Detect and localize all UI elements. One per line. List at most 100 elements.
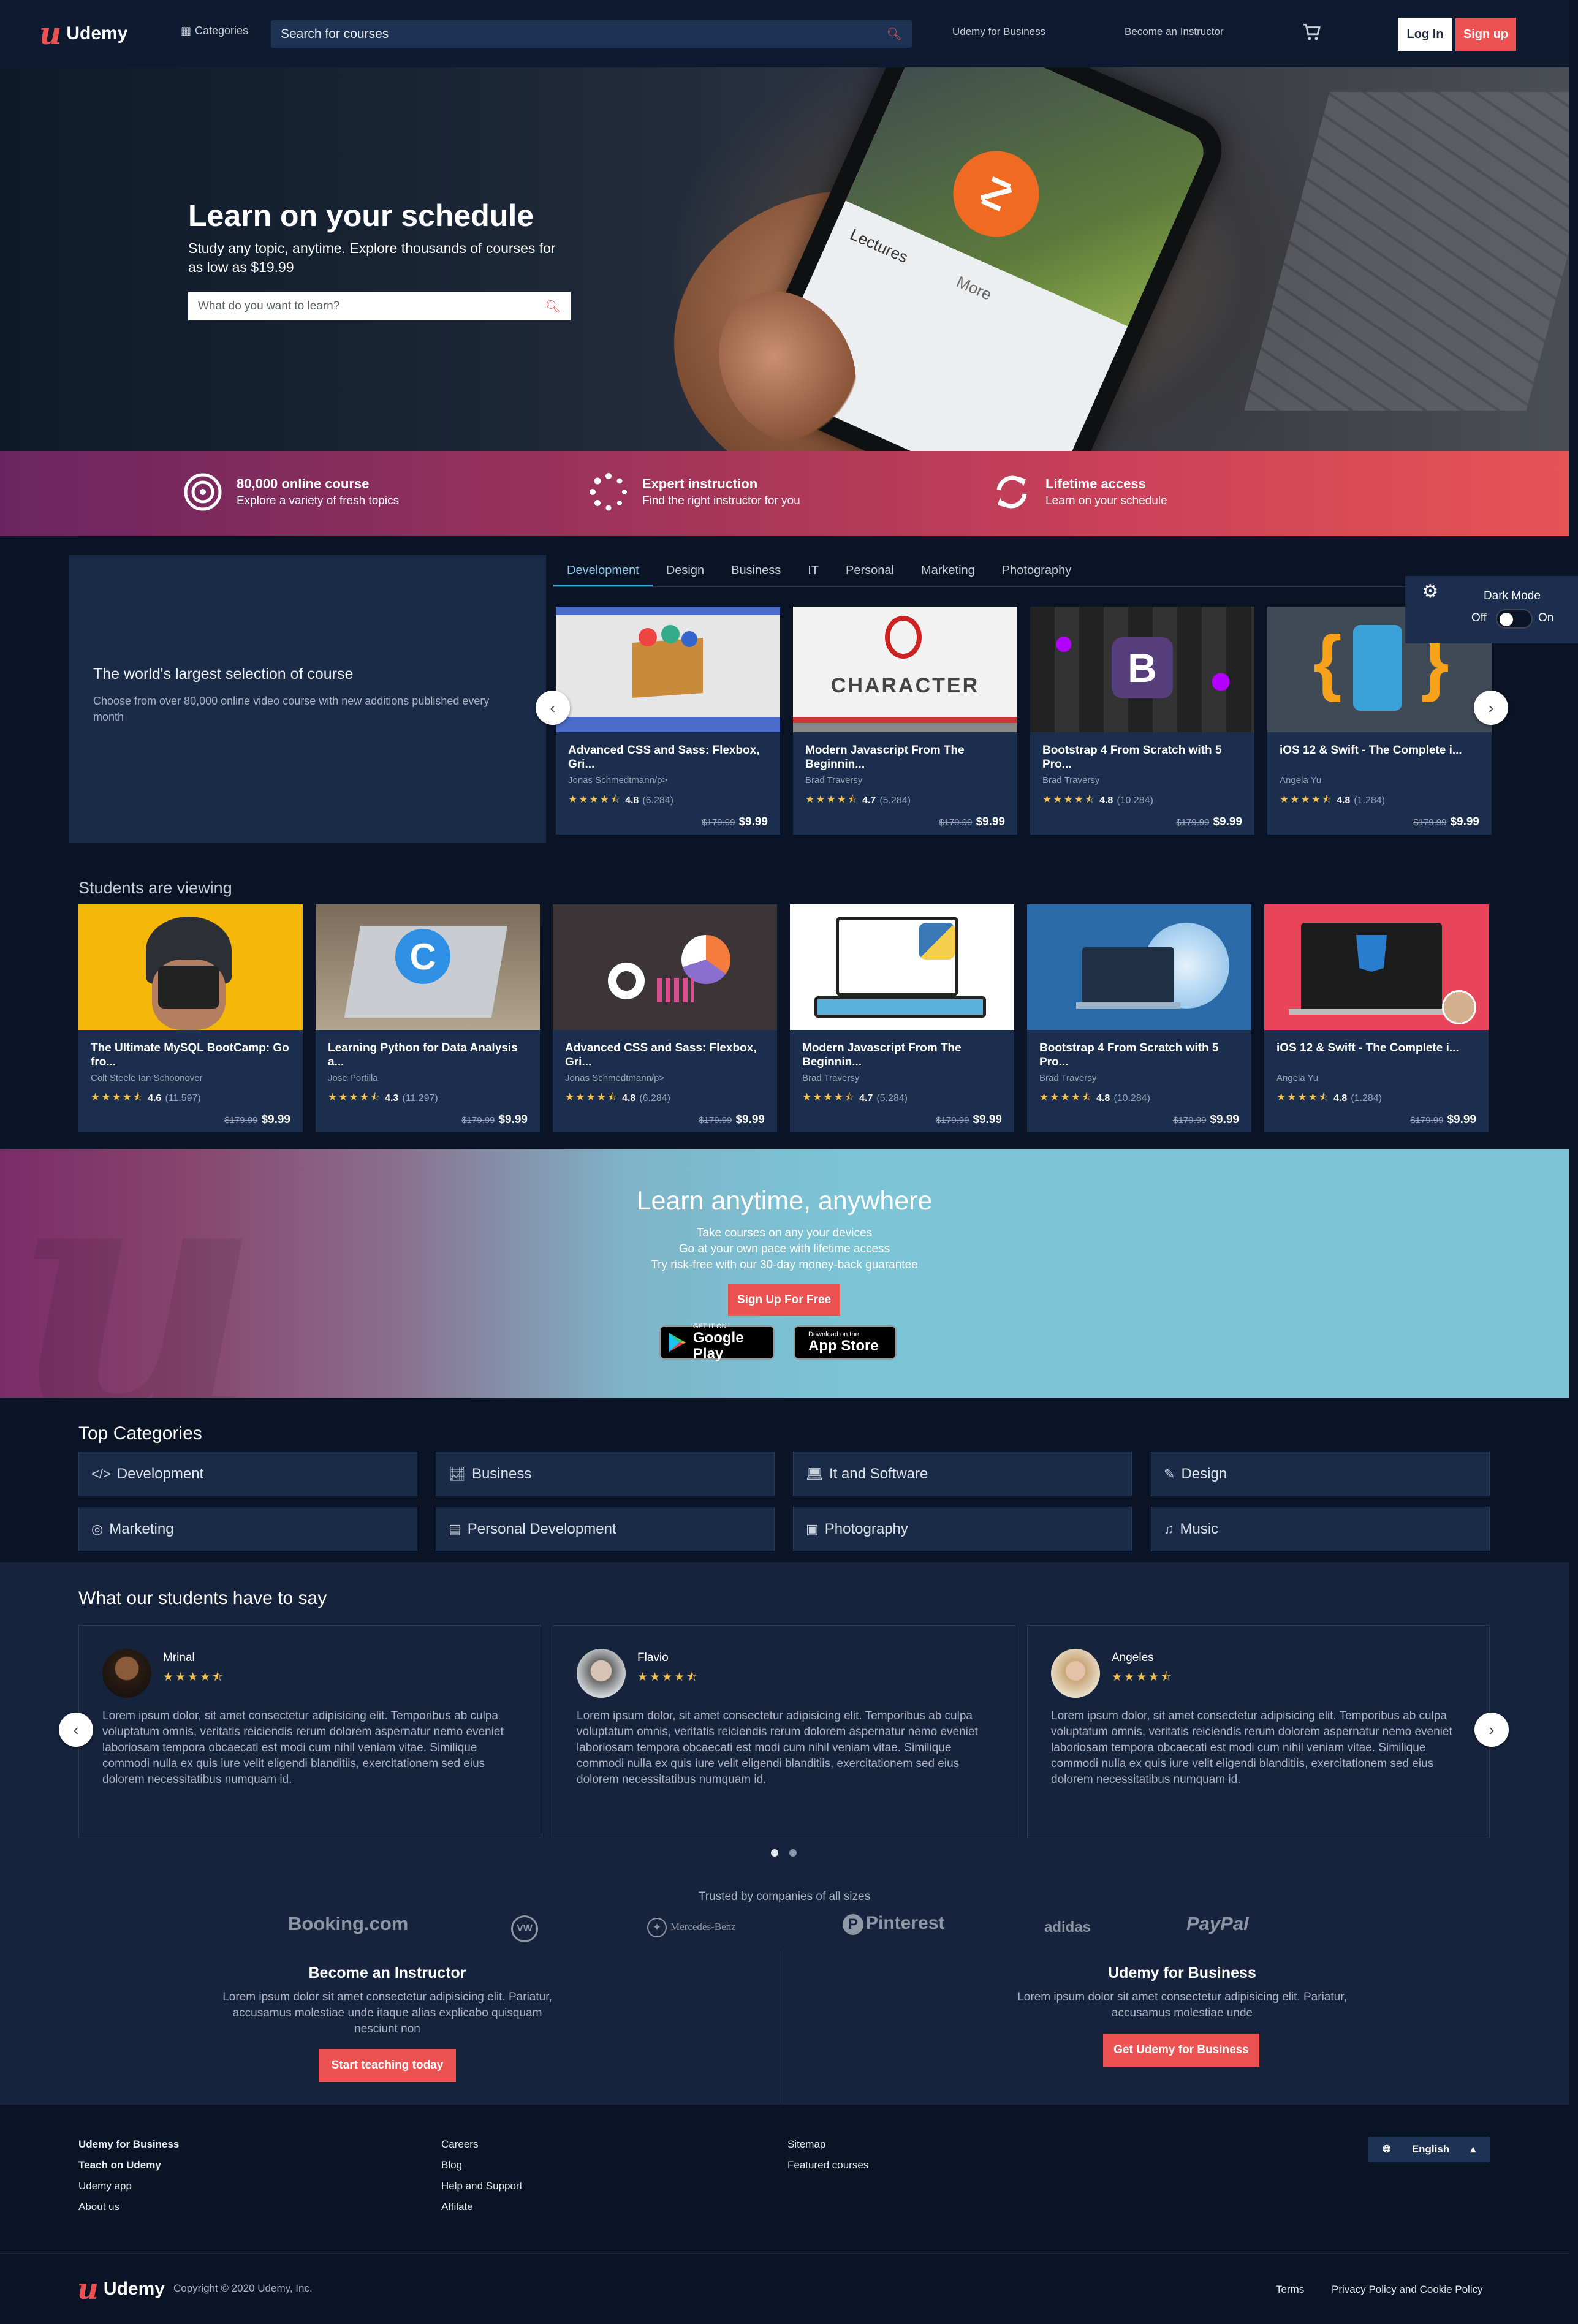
top-navbar: uUdemy ▦Categories 🔍︎ Udemy for Business…: [0, 0, 1569, 67]
udemy-for-business-link[interactable]: Udemy for Business: [952, 26, 1045, 38]
google-play-badge[interactable]: GET IT ON Google Play: [659, 1323, 775, 1362]
dark-mode-label: Dark Mode: [1484, 589, 1541, 602]
course-thumbnail: [78, 904, 303, 1030]
udemy-logo[interactable]: u Udemy: [39, 18, 127, 49]
footer-link[interactable]: Careers: [441, 2138, 478, 2151]
privacy-link[interactable]: Privacy Policy and Cookie Policy: [1332, 2284, 1483, 2296]
language-label: English: [1411, 2143, 1450, 2155]
tab-marketing[interactable]: Marketing: [908, 555, 988, 586]
footer-divider: [0, 2253, 1569, 2254]
category-design[interactable]: ✎ Design: [1151, 1452, 1490, 1496]
tab-design[interactable]: Design: [653, 555, 718, 586]
get-business-button[interactable]: Get Udemy for Business: [1103, 2034, 1259, 2067]
categories-menu[interactable]: ▦ Categories: [181, 25, 248, 37]
phone-more-label: More: [954, 272, 995, 304]
carousel-dot[interactable]: [771, 1849, 778, 1857]
vw-logo: VW: [511, 1915, 538, 1942]
rating-stars: ★★★★⯪: [637, 1671, 700, 1684]
app-store-badge[interactable]: Download on the App Store: [794, 1325, 897, 1360]
pen-icon: ✎: [1164, 1466, 1175, 1482]
code-icon: </>: [91, 1466, 111, 1482]
course-card[interactable]: Advanced CSS and Sass: Flexbox, Gri... J…: [553, 904, 777, 1132]
gear-icon[interactable]: ⚙: [1405, 576, 1455, 607]
course-author: Angela Yu: [1276, 1073, 1319, 1083]
footer-link[interactable]: Affilate: [441, 2201, 473, 2213]
footer-link[interactable]: About us: [78, 2201, 119, 2213]
become-instructor-link[interactable]: Become an Instructor: [1125, 26, 1224, 38]
footer-link[interactable]: Help and Support: [441, 2180, 522, 2192]
category-photography[interactable]: ▣ Photography: [793, 1507, 1132, 1551]
mercedes-logo: ✦ Mercedes-Benz: [647, 1918, 736, 1937]
cart-icon[interactable]: [1302, 22, 1322, 43]
anywhere-line: Go at your own pace with lifetime access: [678, 1243, 890, 1255]
carousel-next-button[interactable]: ›: [1474, 691, 1508, 725]
terms-link[interactable]: Terms: [1276, 2284, 1304, 2296]
footer-link[interactable]: Udemy for Business: [78, 2138, 179, 2151]
course-card[interactable]: Advanced CSS and Sass: Flexbox, Gri... J…: [556, 607, 780, 835]
course-card[interactable]: The Ultimate MySQL BootCamp: Go fro... C…: [78, 904, 303, 1132]
rating-stars: ★★★★⯪: [568, 793, 622, 805]
hero-text: Learn on your schedule Study any topic, …: [188, 197, 580, 277]
hero-search-input[interactable]: [198, 300, 545, 313]
signup-button[interactable]: Sign up: [1455, 18, 1516, 51]
testimonial-prev-button[interactable]: ‹: [59, 1713, 93, 1747]
laptop-icon: 💻︎: [806, 1466, 823, 1482]
dark-mode-toggle[interactable]: [1496, 609, 1533, 629]
tab-photography[interactable]: Photography: [988, 555, 1085, 586]
target-icon: [184, 473, 222, 511]
language-selector[interactable]: 🌐︎ English ▴: [1368, 2137, 1490, 2162]
tab-business[interactable]: Business: [718, 555, 794, 586]
signup-free-button[interactable]: Sign Up For Free: [728, 1284, 840, 1316]
tab-development[interactable]: Development: [553, 555, 653, 586]
category-it-software[interactable]: 💻︎ It and Software: [793, 1452, 1132, 1496]
trusted-title: Trusted by companies of all sizes: [698, 1890, 871, 1903]
tab-personal[interactable]: Personal: [832, 555, 908, 586]
course-card[interactable]: CHARACTER Modern Javascript From The Beg…: [793, 607, 1017, 835]
carousel-prev-button[interactable]: ‹: [536, 691, 570, 725]
selection-text: Choose from over 80,000 online video cou…: [93, 695, 490, 723]
testimonial-next-button[interactable]: ›: [1474, 1713, 1509, 1747]
course-card[interactable]: C Learning Python for Data Analysis a...…: [316, 904, 540, 1132]
footer-link[interactable]: Teach on Udemy: [78, 2159, 161, 2171]
testimonial-card: Mrinal ★★★★⯪ Lorem ipsum dolor, sit amet…: [78, 1625, 541, 1838]
search-icon[interactable]: 🔍︎: [887, 26, 902, 42]
category-music[interactable]: ♫ Music: [1151, 1507, 1490, 1551]
category-marketing[interactable]: ◎ Marketing: [78, 1507, 417, 1551]
rating-stars: ★★★★⯪: [1280, 793, 1333, 805]
course-card[interactable]: B Bootstrap 4 From Scratch with 5 Pro...…: [1030, 607, 1254, 835]
footer-udemy-logo[interactable]: u Udemy: [77, 2274, 165, 2304]
login-button[interactable]: Log In: [1398, 18, 1452, 51]
course-author: Colt Steele Ian Schoonover: [91, 1073, 203, 1083]
footer-link[interactable]: Featured courses: [787, 2159, 868, 2171]
rating-stars: ★★★★⯪: [1276, 1091, 1330, 1103]
chart-icon: 📈︎: [449, 1466, 466, 1482]
start-teaching-button[interactable]: Start teaching today: [319, 2049, 456, 2082]
course-author: Jonas Schmedtmann/p>: [568, 775, 668, 785]
reviewer-name: Angeles: [1112, 1651, 1154, 1664]
footer-link[interactable]: Blog: [441, 2159, 462, 2171]
course-title: Learning Python for Data Analysis a...: [328, 1042, 518, 1069]
course-author: Angela Yu: [1280, 775, 1322, 785]
footer-link[interactable]: Sitemap: [787, 2138, 825, 2151]
phone-lectures-label: Lectures: [847, 225, 911, 267]
course-card[interactable]: Modern Javascript From The Beginnin... B…: [790, 904, 1014, 1132]
footer-link[interactable]: Udemy app: [78, 2180, 132, 2192]
course-card[interactable]: iOS 12 & Swift - The Complete i... Angel…: [1264, 904, 1489, 1132]
search-icon[interactable]: 🔍︎: [545, 299, 561, 314]
keyboard-image: [1244, 92, 1569, 411]
category-development[interactable]: </> Development: [78, 1452, 417, 1496]
search-input[interactable]: [281, 26, 887, 42]
paypal-logo: PayPal: [1186, 1913, 1249, 1934]
course-card[interactable]: Bootstrap 4 From Scratch with 5 Pro... B…: [1027, 904, 1251, 1132]
category-business[interactable]: 📈︎ Business: [436, 1452, 775, 1496]
course-tabs: Development Design Business IT Personal …: [553, 555, 1491, 587]
carousel-dot[interactable]: [789, 1849, 797, 1857]
header-search: 🔍︎: [271, 20, 912, 48]
copyright: Copyright © 2020 Udemy, Inc.: [173, 2282, 313, 2294]
category-personal-development[interactable]: ▤ Personal Development: [436, 1507, 775, 1551]
camera-icon: ▣: [806, 1521, 819, 1537]
anywhere-line: Try risk-free with our 30-day money-back…: [651, 1259, 918, 1271]
rating-stars: ★★★★⯪: [802, 1091, 856, 1103]
tab-it[interactable]: IT: [794, 555, 832, 586]
testimonials-title: What our students have to say: [78, 1588, 327, 1608]
